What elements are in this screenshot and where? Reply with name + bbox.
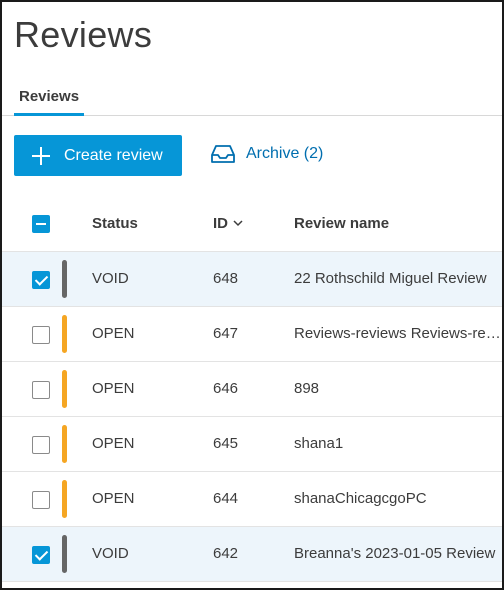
row-id: 647 xyxy=(213,325,239,342)
row-id: 646 xyxy=(213,380,239,397)
archive-label: Archive (2) xyxy=(246,145,324,162)
table-row[interactable]: OPEN 644 shanaChicagcgoPC xyxy=(2,472,502,527)
status-indicator-bar xyxy=(62,260,67,298)
row-review-name[interactable]: 22 Rothschild Miguel Review xyxy=(294,270,502,287)
inbox-icon xyxy=(211,145,235,163)
row-id: 648 xyxy=(213,270,239,287)
row-status: VOID xyxy=(92,270,129,287)
table-header: Status ID Review name xyxy=(2,197,502,252)
table-row[interactable]: OPEN 647 Reviews-reviews Reviews-reviews xyxy=(2,307,502,362)
tab-reviews[interactable]: Reviews xyxy=(14,82,85,116)
status-indicator-bar xyxy=(62,315,67,353)
row-status: OPEN xyxy=(92,325,135,342)
status-indicator-bar xyxy=(62,480,67,518)
table-row[interactable]: VOID 642 Breanna's 2023-01-05 Review xyxy=(2,527,502,582)
row-checkbox[interactable] xyxy=(32,436,50,454)
app-window: Reviews Reviews Create review Archive (2… xyxy=(0,0,504,590)
create-review-button[interactable]: Create review xyxy=(14,135,182,176)
table-row[interactable]: VOID 648 22 Rothschild Miguel Review xyxy=(2,252,502,307)
row-id: 642 xyxy=(213,545,239,562)
row-status: OPEN xyxy=(92,490,135,507)
row-checkbox[interactable] xyxy=(32,546,50,564)
create-review-label: Create review xyxy=(64,146,163,164)
row-checkbox[interactable] xyxy=(32,381,50,399)
header-status[interactable]: Status xyxy=(92,215,138,232)
row-status: VOID xyxy=(92,545,129,562)
header-id-sort[interactable]: ID xyxy=(213,215,243,232)
status-indicator-bar xyxy=(62,425,67,463)
archive-link[interactable]: Archive (2) xyxy=(210,143,323,165)
table-row[interactable]: OPEN 645 shana1 xyxy=(2,417,502,472)
reviews-table: Status ID Review name VOID 648 22 Rothschi… xyxy=(2,197,502,582)
row-review-name[interactable]: 898 xyxy=(294,380,502,397)
header-review-name[interactable]: Review name xyxy=(294,215,502,232)
plus-icon xyxy=(32,146,50,165)
row-id: 644 xyxy=(213,490,239,507)
row-checkbox[interactable] xyxy=(32,491,50,509)
row-checkbox[interactable] xyxy=(32,271,50,289)
row-review-name[interactable]: shanaChicagcgoPC xyxy=(294,490,502,507)
page-title: Reviews xyxy=(14,14,153,55)
status-indicator-bar xyxy=(62,370,67,408)
row-status: OPEN xyxy=(92,435,135,452)
chevron-down-icon xyxy=(233,220,243,227)
header-id-label: ID xyxy=(213,215,228,232)
row-id: 645 xyxy=(213,435,239,452)
status-indicator-bar xyxy=(62,535,67,573)
select-all-checkbox[interactable] xyxy=(32,215,50,233)
row-status: OPEN xyxy=(92,380,135,397)
row-review-name[interactable]: Breanna's 2023-01-05 Review xyxy=(294,545,502,562)
table-row[interactable]: OPEN 646 898 xyxy=(2,362,502,417)
row-review-name[interactable]: shana1 xyxy=(294,435,502,452)
row-checkbox[interactable] xyxy=(32,326,50,344)
row-review-name[interactable]: Reviews-reviews Reviews-reviews xyxy=(294,325,502,342)
tab-bar: Reviews xyxy=(2,82,502,116)
